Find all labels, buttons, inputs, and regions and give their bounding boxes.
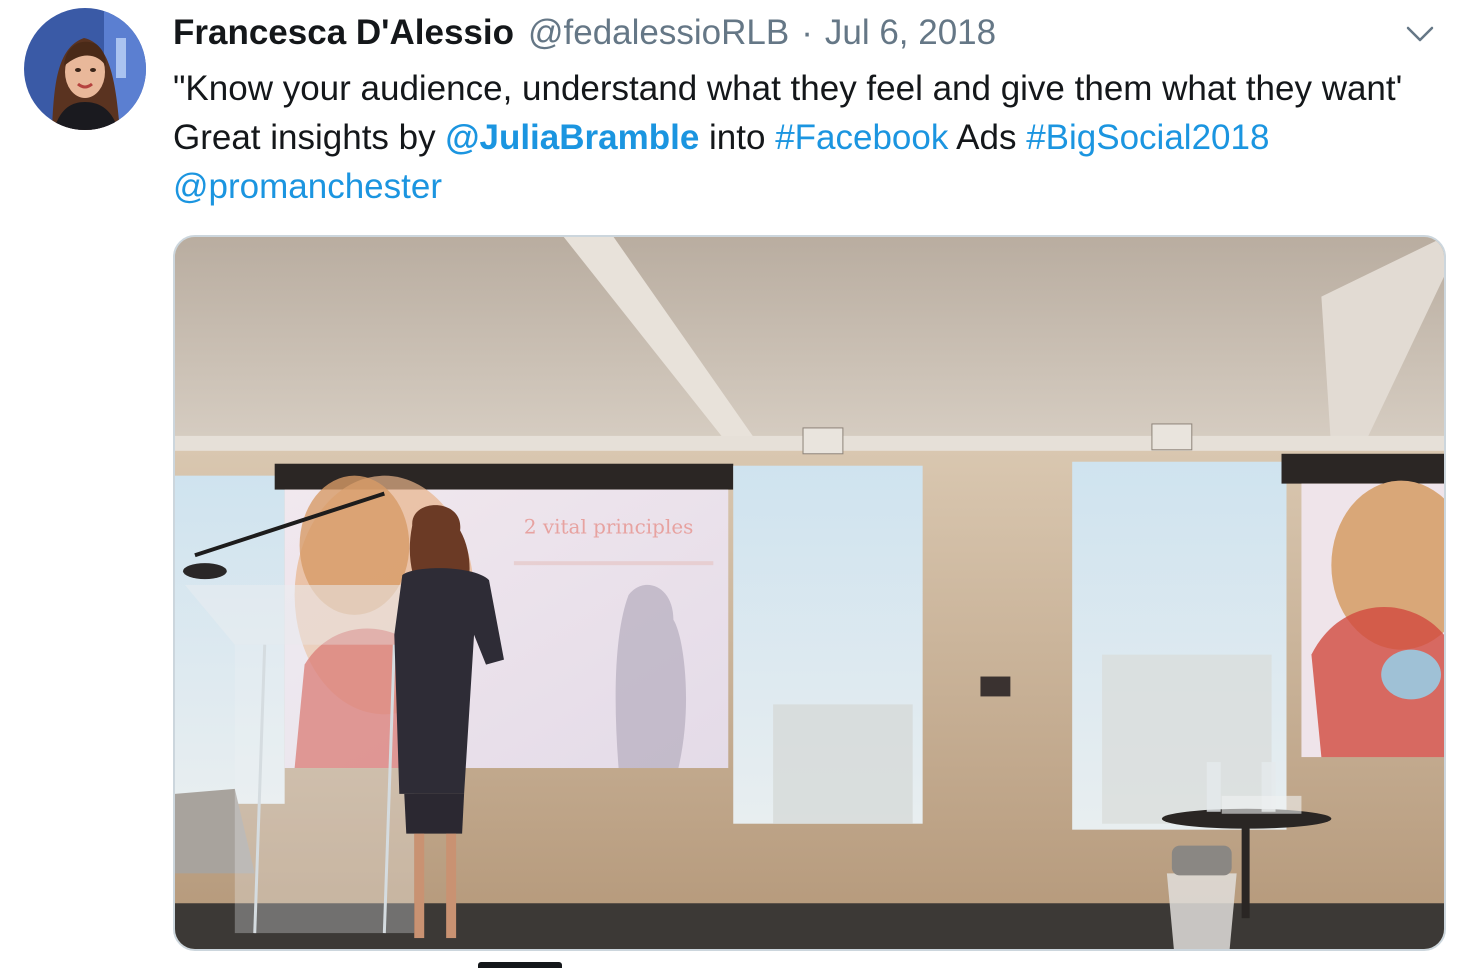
tweet-photo[interactable]: 2 vital principles: [173, 235, 1446, 951]
author-name[interactable]: Francesca D'Alessio: [173, 10, 514, 56]
mention-link[interactable]: @JuliaBramble: [445, 118, 699, 157]
separator-dot: ·: [801, 13, 813, 52]
tweet-text-part: Ads: [948, 118, 1027, 157]
slide-title: 2 vital principles: [524, 515, 693, 538]
hashtag-link[interactable]: #BigSocial2018: [1026, 118, 1269, 157]
tweet-text-part: into: [699, 118, 776, 157]
author-handle[interactable]: @fedalessioRLB: [528, 10, 789, 56]
media-tab-indicator: [478, 962, 562, 968]
avatar-photo: [24, 8, 146, 130]
conference-photo: 2 vital principles: [175, 237, 1444, 949]
hashtag-link[interactable]: #Facebook: [775, 118, 948, 157]
tweet-header: Francesca D'Alessio @fedalessioRLB · Jul…: [173, 10, 996, 56]
avatar[interactable]: [24, 8, 146, 130]
chevron-down-icon[interactable]: [1402, 16, 1438, 52]
tweet-text: "Know your audience, understand what the…: [173, 64, 1443, 211]
tweet-date[interactable]: Jul 6, 2018: [825, 10, 996, 56]
mention-link[interactable]: @promanchester: [173, 167, 442, 206]
